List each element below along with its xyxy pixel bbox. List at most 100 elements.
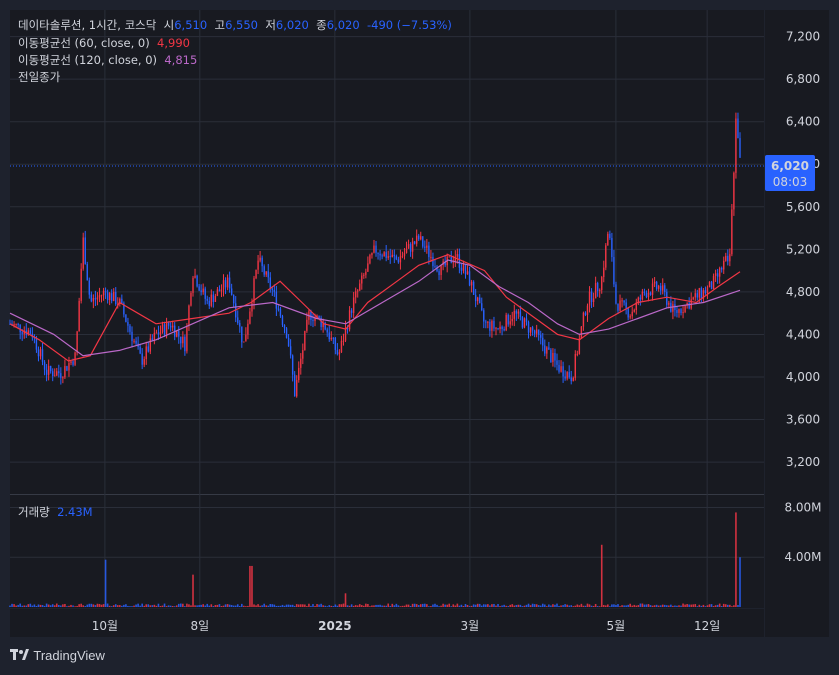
candle [653, 277, 656, 288]
candle [466, 265, 469, 275]
volume-bar [129, 606, 131, 607]
candle-body [84, 237, 86, 265]
candle [531, 325, 534, 336]
volume-bar [302, 604, 304, 607]
candle-body [131, 331, 133, 342]
ma120-legend[interactable]: 이동평균선 (120, close, 0) 4,815 [18, 52, 197, 68]
candle [470, 279, 473, 293]
candle-body [552, 352, 554, 363]
candle-body [318, 315, 320, 318]
candle [192, 275, 194, 297]
candle [131, 326, 133, 348]
symbol-title[interactable]: 데이타솔루션, 1시간, 코스닥 [18, 18, 156, 32]
candle [304, 330, 306, 351]
volume-bar [88, 603, 91, 607]
candle-body [564, 376, 566, 379]
price-tick-label: 6,400 [786, 115, 820, 129]
candle-body [613, 257, 615, 285]
candle-body [37, 349, 40, 357]
candle [279, 306, 282, 318]
candle-body [485, 321, 487, 323]
volume-bar [625, 605, 627, 607]
candle-body [523, 318, 526, 328]
volume-bar [480, 605, 483, 607]
volume-legend[interactable]: 거래량 2.43M [18, 504, 93, 520]
volume-bar [125, 604, 127, 607]
candle [582, 311, 585, 331]
candle-body [86, 264, 88, 281]
volume-bar [670, 604, 672, 607]
candle [149, 333, 152, 355]
volume-bar [289, 604, 292, 607]
volume-bar [607, 604, 609, 607]
volume-bar [401, 605, 404, 607]
candle-body [121, 298, 123, 304]
open-value: 6,510 [174, 18, 208, 32]
candle-body [389, 256, 391, 258]
candle-body [214, 295, 217, 302]
candle-body [115, 291, 117, 305]
candle [293, 371, 296, 397]
ma60-legend[interactable]: 이동평균선 (60, close, 0) 4,990 [18, 35, 190, 51]
candle [456, 248, 459, 264]
volume-bar [104, 559, 107, 607]
volume-bar [200, 604, 202, 607]
candle [381, 253, 383, 260]
time-tick-label: 5월 [607, 619, 626, 633]
volume-bar [501, 605, 503, 607]
candle-body [474, 294, 477, 302]
candle-body [629, 316, 631, 318]
candle [411, 237, 414, 259]
candle-body [206, 298, 208, 301]
prev-close-legend[interactable]: 전일종가 [18, 69, 60, 85]
volume-bar [602, 605, 605, 607]
candle [214, 293, 217, 302]
candle-body [220, 289, 223, 292]
volume-bar [458, 605, 461, 607]
candle [133, 338, 135, 344]
volume-bar [53, 605, 56, 607]
volume-bar [588, 604, 591, 607]
candle-body [592, 298, 595, 302]
candle [507, 313, 509, 327]
volume-bar [472, 604, 475, 607]
candle-body [723, 260, 725, 270]
candle-body [662, 285, 664, 291]
candle [90, 291, 93, 303]
candle-body [511, 318, 513, 322]
volume-bar [354, 605, 357, 607]
volume-bar [216, 604, 219, 607]
candle [493, 316, 495, 332]
candle [422, 236, 424, 249]
time-tick-label: 3월 [461, 619, 480, 633]
candle-body [232, 294, 235, 304]
tradingview-icon [10, 649, 29, 660]
tradingview-logo[interactable]: TradingView [10, 648, 105, 663]
candle [483, 308, 485, 329]
candle-body [338, 352, 341, 355]
candle-body [228, 277, 231, 289]
candle-body [487, 321, 489, 323]
candle [275, 285, 278, 317]
candle-body [560, 366, 562, 372]
candle-body [533, 330, 536, 334]
candle-body [178, 331, 180, 337]
candle-body [92, 298, 95, 302]
volume-bar [655, 604, 658, 607]
volume-bar [629, 603, 631, 607]
candle-body [682, 311, 684, 313]
candle [88, 277, 91, 299]
volume-bar [586, 603, 589, 607]
candle-body [729, 254, 731, 262]
candle-body [275, 291, 278, 309]
candle-body [133, 340, 135, 342]
candle [23, 326, 25, 339]
candle-body [330, 337, 332, 340]
volume-bar [224, 604, 227, 607]
price-tag-price: 6,020 [771, 159, 809, 173]
candle-body [735, 118, 737, 173]
candle-body [332, 337, 335, 339]
candle-body [666, 292, 668, 305]
candle [196, 274, 198, 288]
volume-bar [159, 606, 162, 607]
